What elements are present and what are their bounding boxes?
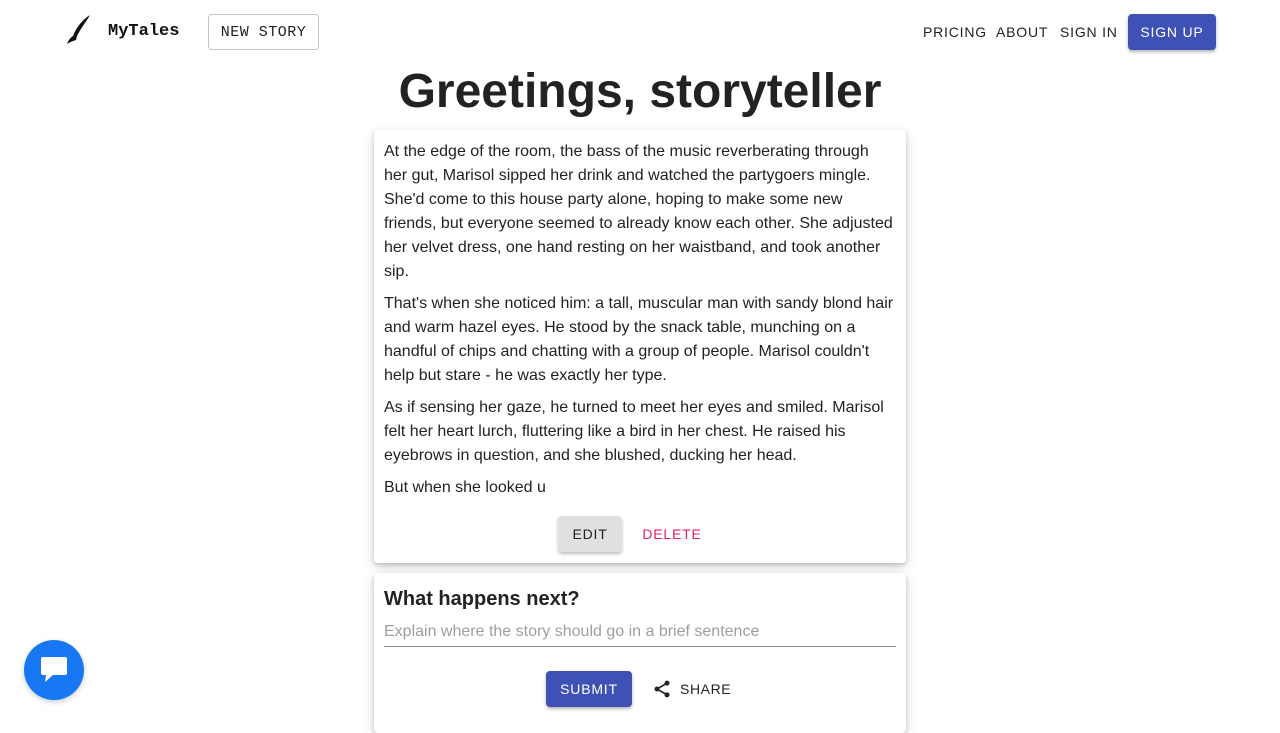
nav-about[interactable]: ABOUT (996, 14, 1048, 50)
story-direction-input[interactable] (384, 617, 896, 647)
share-label: SHARE (680, 681, 732, 697)
share-button[interactable]: SHARE (648, 671, 732, 707)
story-text: At the edge of the room, the bass of the… (384, 140, 896, 508)
edit-button[interactable]: EDIT (558, 516, 622, 552)
brand-name[interactable]: MyTales (108, 20, 179, 44)
next-step-card: What happens next? SUBMIT SHARE (374, 573, 906, 733)
story-card: At the edge of the room, the bass of the… (374, 130, 906, 563)
story-paragraph: At the edge of the room, the bass of the… (384, 143, 893, 280)
nav-pricing[interactable]: PRICING (923, 14, 987, 50)
submit-button[interactable]: SUBMIT (546, 671, 632, 707)
story-paragraph: As if sensing her gaze, he turned to mee… (384, 399, 884, 464)
app-header: MyTales NEW STORY PRICING ABOUT SIGN IN … (0, 0, 1280, 64)
quill-icon[interactable] (64, 14, 92, 46)
share-icon (652, 679, 672, 699)
sign-up-button[interactable]: SIGN UP (1128, 14, 1216, 50)
chat-bubble-icon (39, 656, 69, 684)
chat-widget-button[interactable] (24, 640, 84, 700)
nav-sign-in[interactable]: SIGN IN (1060, 14, 1118, 50)
next-step-title: What happens next? (384, 588, 580, 610)
page-title: Greetings, storyteller (398, 65, 882, 118)
story-paragraph: But when she looked u (384, 479, 546, 496)
delete-button[interactable]: DELETE (638, 516, 706, 552)
story-paragraph: That's when she noticed him: a tall, mus… (384, 295, 894, 384)
new-story-button[interactable]: NEW STORY (208, 14, 319, 50)
